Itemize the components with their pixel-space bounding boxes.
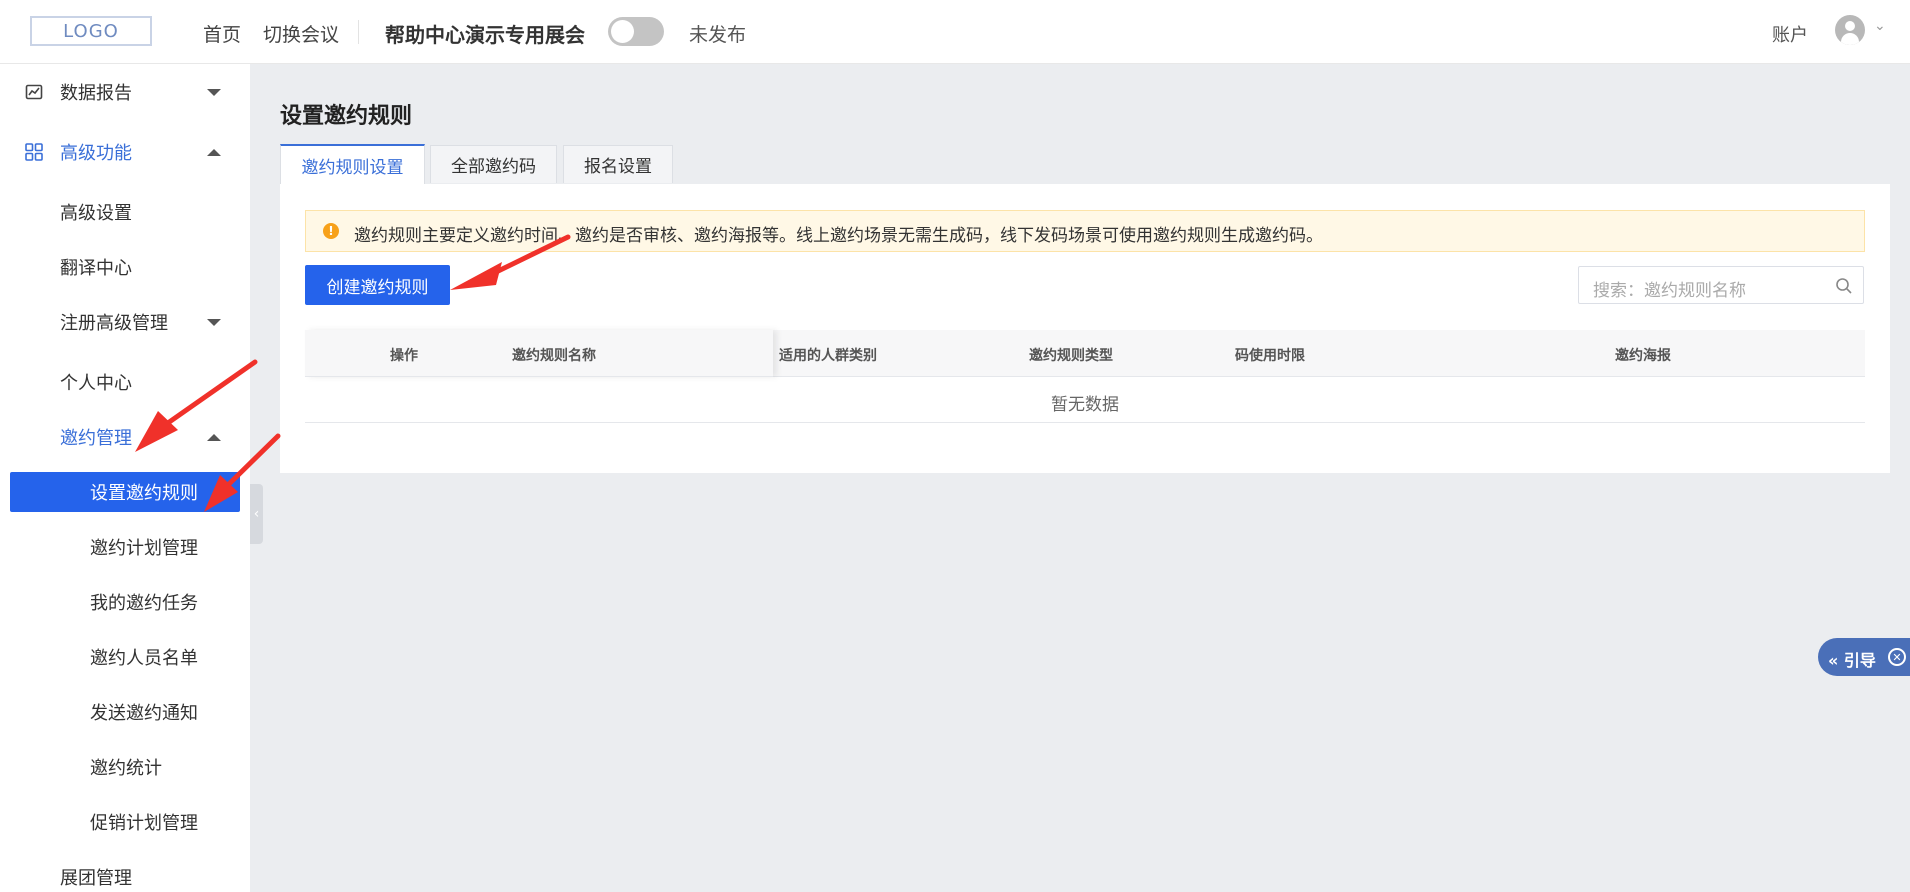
sidebar-item-label: 翻译中心	[60, 258, 132, 279]
empty-text: 暂无数据	[1051, 395, 1119, 415]
tab-all-codes[interactable]: 全部邀约码	[430, 145, 557, 183]
sidebar-item-label: 邀约人员名单	[90, 648, 198, 669]
sidebar-item-send-notice[interactable]: 发送邀约通知	[0, 692, 250, 732]
sidebar-item-label: 高级功能	[60, 143, 132, 164]
sidebar-item-label: 设置邀约规则	[90, 483, 198, 504]
sidebar-collapse-handle[interactable]: ‹	[250, 484, 263, 544]
caret-up-icon	[207, 148, 221, 156]
notice-text: 邀约规则主要定义邀约时间、邀约是否审核、邀约海报等。线上邀约场景无需生成码，线下…	[354, 226, 1323, 246]
sidebar-item-invitee-list[interactable]: 邀约人员名单	[0, 637, 250, 677]
sidebar-item-label: 发送邀约通知	[90, 703, 198, 724]
info-notice: ! 邀约规则主要定义邀约时间、邀约是否审核、邀约海报等。线上邀约场景无需生成码，…	[305, 210, 1865, 252]
nav-home-link[interactable]: 首页	[203, 20, 241, 47]
caret-down-icon	[207, 88, 221, 96]
publish-toggle[interactable]	[608, 17, 664, 46]
column-header-audience: 适用的人群类别	[779, 348, 877, 364]
search-input[interactable]: 搜索：邀约规则名称	[1578, 266, 1864, 304]
sidebar-item-invitation-rules[interactable]: 设置邀约规则	[10, 472, 240, 512]
sidebar-item-statistics[interactable]: 邀约统计	[0, 747, 250, 787]
sidebar-item-label: 邀约管理	[60, 428, 132, 449]
sidebar-item-invitation-plan[interactable]: 邀约计划管理	[0, 527, 250, 567]
table-empty-row: 暂无数据	[305, 378, 1865, 423]
sidebar-item-label: 高级设置	[60, 203, 132, 224]
sidebar-item-delegation[interactable]: 展团管理	[0, 857, 250, 892]
create-rule-button[interactable]: 创建邀约规则	[305, 265, 450, 305]
top-header: LOGO 首页 切换会议 帮助中心演示专用展会 未发布 账户 ⌄	[0, 0, 1910, 64]
sidebar-item-label: 数据报告	[60, 83, 132, 104]
search-placeholder: 搜索：邀约规则名称	[1593, 281, 1746, 301]
column-header-poster: 邀约海报	[1615, 348, 1671, 364]
sidebar-item-translation[interactable]: 翻译中心	[0, 247, 250, 287]
sidebar-item-promotion[interactable]: 促销计划管理	[0, 802, 250, 842]
sidebar-item-personal[interactable]: 个人中心	[0, 362, 250, 402]
sidebar-item-label: 注册高级管理	[60, 313, 168, 334]
event-title: 帮助中心演示专用展会	[385, 23, 585, 47]
sidebar-item-registration[interactable]: 注册高级管理	[0, 302, 250, 342]
sidebar-item-label: 邀约计划管理	[90, 538, 198, 559]
caret-up-icon	[207, 433, 221, 441]
sidebar-item-label: 个人中心	[60, 373, 132, 394]
account-link[interactable]: 账户	[1772, 21, 1808, 47]
guide-label: « 引导	[1828, 651, 1876, 670]
sidebar-item-label: 邀约统计	[90, 758, 162, 779]
logo[interactable]: LOGO	[30, 16, 152, 46]
fixed-columns-shadow	[305, 330, 773, 377]
grid-icon	[25, 143, 43, 161]
sidebar-item-invitation[interactable]: 邀约管理	[0, 417, 250, 457]
sidebar-item-label: 促销计划管理	[90, 813, 198, 834]
tab-invitation-rule-settings[interactable]: 邀约规则设置	[280, 144, 425, 184]
column-header-rule-type: 邀约规则类型	[1029, 348, 1113, 364]
guide-button[interactable]: « 引导 ✕	[1818, 638, 1910, 676]
sidebar-item-data-report[interactable]: 数据报告	[0, 72, 250, 112]
column-header-code-validity: 码使用时限	[1235, 348, 1305, 364]
publish-status: 未发布	[689, 24, 747, 46]
warning-icon: !	[323, 223, 339, 239]
close-icon[interactable]: ✕	[1888, 648, 1906, 666]
search-icon[interactable]	[1835, 277, 1853, 295]
tab-registration-settings[interactable]: 报名设置	[563, 145, 673, 183]
sidebar: 数据报告 高级功能 高级设置 翻译中心 注册高级管理 个人中心 邀约管理 设置邀…	[0, 64, 250, 892]
chevron-down-icon[interactable]: ⌄	[1874, 18, 1886, 34]
sidebar-item-label: 我的邀约任务	[90, 593, 198, 614]
page-title: 设置邀约规则	[280, 104, 413, 129]
sidebar-item-advanced-settings[interactable]: 高级设置	[0, 192, 250, 232]
avatar[interactable]	[1835, 15, 1865, 45]
sidebar-item-advanced[interactable]: 高级功能	[0, 132, 250, 172]
nav-switch-event-link[interactable]: 切换会议	[263, 20, 339, 47]
sidebar-item-my-tasks[interactable]: 我的邀约任务	[0, 582, 250, 622]
sidebar-item-label: 展团管理	[60, 868, 132, 889]
divider	[358, 20, 359, 44]
chart-icon	[25, 84, 43, 100]
caret-down-icon	[207, 318, 221, 326]
